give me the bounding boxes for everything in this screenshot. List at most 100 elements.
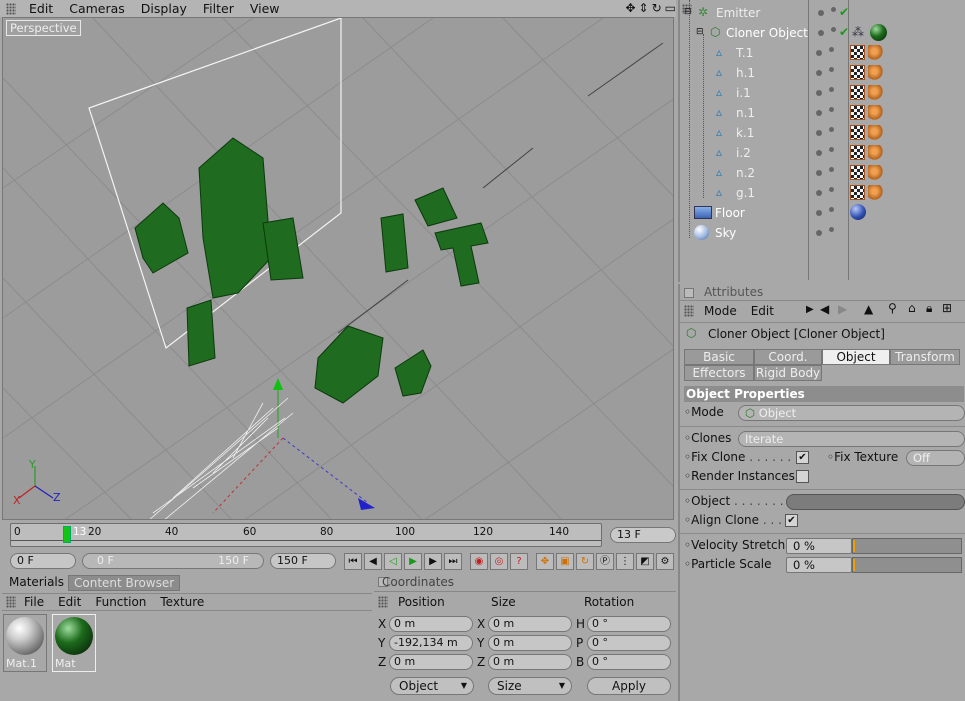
phong-tag-icon[interactable] (868, 85, 884, 101)
tree-row-cloner[interactable]: ⊟ ⬡ Cloner Object ✔ ⁂ (680, 23, 965, 43)
fix-texture-select[interactable]: Off (906, 450, 965, 466)
phong-tag-icon[interactable] (868, 185, 884, 201)
menu-view[interactable]: View (243, 1, 289, 16)
param-key-icon[interactable]: Ⓟ (596, 553, 614, 570)
tab-transform[interactable]: Transform (890, 349, 960, 365)
tab-coord[interactable]: Coord. (754, 349, 822, 365)
material-tag-icon[interactable] (850, 204, 866, 220)
size-x-field[interactable]: 0 m (488, 616, 572, 632)
texture-tag-icon[interactable] (850, 85, 865, 100)
position-key-icon[interactable]: ✥ (536, 553, 554, 570)
record-keys-button[interactable]: ◉ (470, 553, 488, 570)
editor-visibility-dot[interactable] (816, 110, 822, 116)
render-visibility-dot[interactable] (829, 47, 834, 52)
cloned-letters[interactable] (134, 137, 489, 404)
tree-row-clone[interactable]: ▵ n.1 (678, 103, 965, 123)
perspective-viewport[interactable]: Y Z X Perspective (2, 17, 674, 520)
menu-arrow-icon[interactable]: ▶ (806, 304, 814, 315)
menu-cameras[interactable]: Cameras (62, 1, 134, 16)
grip-handle[interactable] (378, 595, 388, 608)
y-axis-handle[interactable] (273, 378, 283, 390)
next-frame-button[interactable]: ▶ (424, 553, 442, 570)
range-slider[interactable]: 0 F 150 F (82, 553, 264, 569)
forward-arrow-icon[interactable]: ▶ (838, 302, 847, 316)
particle-scale-slider[interactable] (852, 557, 962, 573)
tree-row-clone[interactable]: ▵ T.1 (678, 43, 965, 63)
rotation-h-field[interactable]: 0 ° (587, 616, 671, 632)
playhead[interactable] (63, 526, 71, 543)
mograph-tag-icon[interactable]: ⁂ (852, 25, 864, 39)
editor-visibility-dot[interactable] (816, 210, 822, 216)
settings-icon[interactable]: ⚙ (656, 553, 674, 570)
prev-frame-button[interactable]: ◀ (364, 553, 382, 570)
render-visibility-dot[interactable] (829, 207, 834, 212)
new-panel-icon[interactable]: ⊞ (942, 301, 952, 315)
apply-button[interactable]: Apply (587, 677, 671, 695)
coord-mode-select[interactable]: Object ▼ (390, 677, 474, 695)
enabled-check-icon[interactable]: ✔ (839, 25, 849, 39)
rotation-key-icon[interactable]: ↻ (576, 553, 594, 570)
texture-tag-icon[interactable] (850, 105, 865, 120)
particle-scale-field[interactable]: 0 % (786, 557, 852, 573)
scheme-icon[interactable]: ◩ (636, 553, 654, 570)
rotate-view-icon[interactable]: ↻ (652, 1, 662, 15)
texture-tag-icon[interactable] (850, 165, 865, 180)
render-visibility-dot[interactable] (829, 87, 834, 92)
render-visibility-dot[interactable] (829, 147, 834, 152)
editor-visibility-dot[interactable] (816, 90, 822, 96)
tree-row-clone[interactable]: ▵ h.1 (678, 63, 965, 83)
lock-icon[interactable]: 🔒︎ (926, 301, 932, 316)
material-swatch-mat1[interactable]: Mat.1 (3, 614, 47, 672)
tree-row-clone[interactable]: ▵ i.2 (678, 143, 965, 163)
move-view-icon[interactable]: ✥ (625, 1, 635, 15)
editor-visibility-dot[interactable] (818, 10, 824, 16)
editor-visibility-dot[interactable] (816, 190, 822, 196)
position-x-field[interactable]: 0 m (389, 616, 473, 632)
render-visibility-dot[interactable] (829, 167, 834, 172)
phong-tag-icon[interactable] (868, 125, 884, 141)
tab-object[interactable]: Object (822, 349, 890, 365)
menu-filter[interactable]: Filter (196, 1, 243, 16)
material-menu-edit[interactable]: Edit (50, 595, 87, 609)
phong-tag-icon[interactable] (868, 105, 884, 121)
menu-display[interactable]: Display (134, 1, 196, 16)
velocity-stretch-field[interactable]: 0 % (786, 538, 852, 554)
size-z-field[interactable]: 0 m (488, 654, 572, 670)
maximize-view-icon[interactable]: ▭ (665, 1, 676, 15)
material-tag-icon[interactable] (870, 24, 887, 41)
tree-row-clone[interactable]: ▵ i.1 (678, 83, 965, 103)
tree-row-clone[interactable]: ▵ n.2 (678, 163, 965, 183)
tree-row-sky[interactable]: Sky (678, 223, 965, 243)
grip-handle[interactable] (6, 596, 16, 608)
menu-edit[interactable]: Edit (22, 1, 62, 16)
tree-row-emitter[interactable]: ⊟ ✲ Emitter ✔ (680, 3, 965, 23)
render-visibility-dot[interactable] (829, 127, 834, 132)
align-clone-checkbox[interactable]: ✔ (785, 514, 798, 527)
goto-start-button[interactable]: ⏮ (344, 553, 362, 570)
panel-toggle-icon[interactable] (684, 288, 694, 298)
timeline-ruler[interactable]: 0 13 20 40 60 80 100 120 140 (10, 523, 602, 547)
dolly-view-icon[interactable]: ⇕ (639, 1, 649, 15)
texture-tag-icon[interactable] (850, 145, 865, 160)
current-frame-field[interactable]: 13 F (610, 527, 676, 543)
z-axis-handle[interactable] (358, 498, 375, 510)
pin-icon[interactable]: ⌂ (908, 301, 916, 315)
search-icon[interactable]: ⚲ (888, 301, 897, 315)
phong-tag-icon[interactable] (868, 145, 884, 161)
render-visibility-dot[interactable] (831, 7, 836, 12)
keyframe-selection-button[interactable]: ? (510, 553, 528, 570)
texture-tag-icon[interactable] (850, 185, 865, 200)
phong-tag-icon[interactable] (868, 65, 884, 81)
texture-tag-icon[interactable] (850, 125, 865, 140)
back-arrow-icon[interactable]: ◀ (820, 302, 829, 316)
editor-visibility-dot[interactable] (816, 150, 822, 156)
attr-menu-mode[interactable]: Mode (704, 304, 737, 318)
position-z-field[interactable]: 0 m (389, 654, 473, 670)
tab-basic[interactable]: Basic (684, 349, 754, 365)
mode-select[interactable]: ⬡ Object (738, 405, 965, 421)
texture-tag-icon[interactable] (850, 65, 865, 80)
position-y-field[interactable]: -192,134 m (389, 635, 473, 651)
render-visibility-dot[interactable] (831, 27, 836, 32)
end-frame-field[interactable]: 150 F (270, 553, 336, 569)
object-link-field[interactable] (786, 494, 965, 510)
